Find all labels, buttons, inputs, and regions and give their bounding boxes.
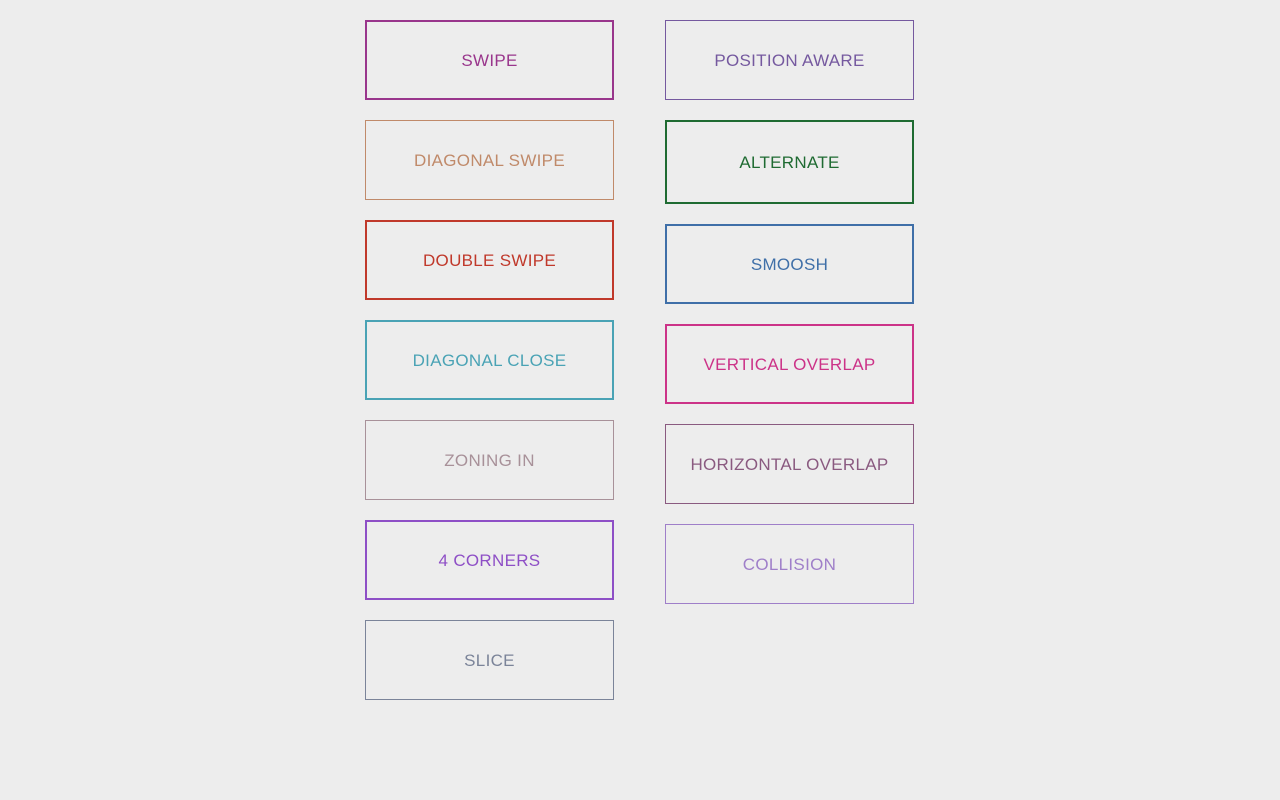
demo-cell-horizontal-overlap[interactable]: HORIZONTAL OVERLAP <box>665 424 914 504</box>
demo-cell-alternate[interactable]: ALTERNATE <box>665 120 914 204</box>
left-column: SWIPE DIAGONAL SWIPE DOUBLE SWIPE DIAGONAL … <box>365 20 614 700</box>
page-root: SWIPE DIAGONAL SWIPE DOUBLE SWIPE DIAGONAL … <box>0 0 1280 800</box>
demo-cell-label-vertical-overlap: VERTICAL OVERLAP <box>703 354 876 374</box>
demo-cell-4-corners[interactable]: 4 CORNERS <box>365 520 614 600</box>
demo-cell-label-diagonal-close: DIAGONAL CLOSE <box>412 350 567 370</box>
demo-cell-label-diagonal-swipe: DIAGONAL SWIPE <box>414 150 565 170</box>
demo-cell-label-horizontal-overlap: HORIZONTAL OVERLAP <box>690 454 889 474</box>
demo-cell-vertical-overlap[interactable]: VERTICAL OVERLAP <box>665 324 914 404</box>
gesture-demo-grid: SWIPE DIAGONAL SWIPE DOUBLE SWIPE DIAGONAL … <box>365 20 915 700</box>
demo-cell-label-double-swipe: DOUBLE SWIPE <box>422 250 557 270</box>
demo-cell-label-collision: COLLISION <box>742 554 837 574</box>
demo-cell-slice[interactable]: SLICE <box>365 620 614 700</box>
demo-cell-position-aware[interactable]: POSITION AWARE <box>665 20 914 100</box>
demo-cell-double-swipe[interactable]: DOUBLE SWIPE <box>365 220 614 300</box>
demo-cell-label-zoning-in: ZONING IN <box>444 450 535 470</box>
demo-cell-label-4-corners: 4 CORNERS <box>438 550 541 570</box>
demo-cell-zoning-in[interactable]: ZONING IN <box>365 420 614 500</box>
demo-cell-label-position-aware: POSITION AWARE <box>714 50 865 70</box>
right-column: POSITION AWARE ALTERNATE SMOOSH VERTICAL OV… <box>665 20 914 700</box>
demo-cell-label-smoosh: SMOOSH <box>750 254 829 274</box>
demo-cell-diagonal-close[interactable]: DIAGONAL CLOSE <box>365 320 614 400</box>
demo-cell-smoosh[interactable]: SMOOSH <box>665 224 914 304</box>
demo-cell-swipe[interactable]: SWIPE <box>365 20 614 100</box>
demo-cell-label-alternate: ALTERNATE <box>739 152 840 172</box>
demo-cell-label-swipe: SWIPE <box>461 50 518 70</box>
demo-cell-label-slice: SLICE <box>464 650 515 670</box>
demo-cell-collision[interactable]: COLLISION <box>665 524 914 604</box>
demo-cell-diagonal-swipe[interactable]: DIAGONAL SWIPE <box>365 120 614 200</box>
